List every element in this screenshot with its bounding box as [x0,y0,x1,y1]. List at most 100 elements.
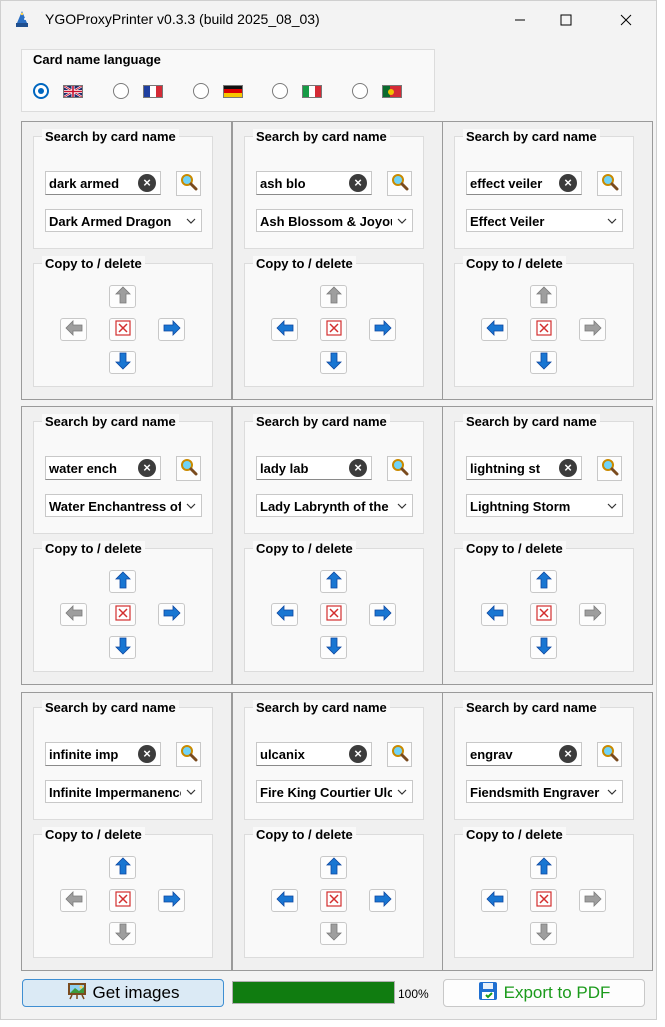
search-input[interactable]: lady lab × [256,456,372,480]
copy-left-button[interactable] [481,889,508,912]
arrow-up-icon [535,571,553,592]
copy-left-button[interactable] [271,318,298,341]
copy-up-button[interactable] [109,856,136,879]
language-option-portugal[interactable] [352,83,402,99]
card-select[interactable]: Fiendsmith Engraver [466,780,623,803]
magnifier-icon [391,458,409,479]
copy-down-button[interactable] [109,351,136,374]
search-input[interactable]: dark armed × [45,171,161,195]
clear-icon[interactable]: × [559,459,577,477]
delete-button[interactable] [530,603,557,626]
card-select[interactable]: Infinite Impermanence [45,780,202,803]
delete-button[interactable] [109,318,136,341]
search-input[interactable]: infinite imp × [45,742,161,766]
selected-card: Infinite Impermanence [49,785,187,800]
copy-left-button[interactable] [60,889,87,912]
copy-up-button[interactable] [530,570,557,593]
copy-left-button[interactable] [271,889,298,912]
copy-left-button[interactable] [481,603,508,626]
clear-icon[interactable]: × [559,174,577,192]
copy-down-button[interactable] [320,636,347,659]
copy-right-button[interactable] [369,603,396,626]
delete-button[interactable] [530,889,557,912]
radio-button[interactable] [33,83,49,99]
copy-right-button[interactable] [579,318,606,341]
search-input[interactable]: lightning st × [466,456,582,480]
copy-right-button[interactable] [158,889,185,912]
copy-left-button[interactable] [60,603,87,626]
delete-button[interactable] [320,889,347,912]
language-option-france[interactable] [113,83,163,99]
copy-down-button[interactable] [530,351,557,374]
copy-up-button[interactable] [109,285,136,308]
delete-button[interactable] [109,889,136,912]
copy-down-button[interactable] [530,922,557,945]
search-button[interactable] [387,456,412,481]
search-button[interactable] [387,171,412,196]
copy-up-button[interactable] [109,570,136,593]
card-select[interactable]: Effect Veiler [466,209,623,232]
search-button[interactable] [597,456,622,481]
card-select[interactable]: Lady Labrynth of the Silver Castle [256,494,413,517]
language-option-italy[interactable] [272,83,322,99]
radio-button[interactable] [113,83,129,99]
copy-down-button[interactable] [320,922,347,945]
search-button[interactable] [597,742,622,767]
language-option-uk[interactable] [33,83,83,99]
search-input[interactable]: effect veiler × [466,171,582,195]
clear-icon[interactable]: × [349,745,367,763]
copy-down-button[interactable] [109,922,136,945]
language-option-germany[interactable] [193,83,243,99]
delete-button[interactable] [530,318,557,341]
minimize-button[interactable] [497,1,543,39]
clear-icon[interactable]: × [138,745,156,763]
search-input[interactable]: water ench × [45,456,161,480]
copy-down-button[interactable] [530,636,557,659]
maximize-button[interactable] [543,1,589,39]
search-button[interactable] [597,171,622,196]
radio-button[interactable] [272,83,288,99]
clear-icon[interactable]: × [138,459,156,477]
delete-button[interactable] [320,603,347,626]
clear-icon[interactable]: × [559,745,577,763]
copy-up-button[interactable] [320,856,347,879]
copy-right-button[interactable] [369,318,396,341]
clear-icon[interactable]: × [349,459,367,477]
clear-icon[interactable]: × [349,174,367,192]
search-legend: Search by card name [463,700,600,715]
copy-up-button[interactable] [320,570,347,593]
copy-right-button[interactable] [369,889,396,912]
copy-up-button[interactable] [320,285,347,308]
get-images-button[interactable]: Get images [22,979,224,1007]
search-input[interactable]: ash blo × [256,171,372,195]
clear-icon[interactable]: × [138,174,156,192]
search-input[interactable]: engrav × [466,742,582,766]
card-select[interactable]: Ash Blossom & Joyous Spring [256,209,413,232]
radio-button[interactable] [193,83,209,99]
copy-left-button[interactable] [271,603,298,626]
copy-down-button[interactable] [320,351,347,374]
search-button[interactable] [176,742,201,767]
copy-down-button[interactable] [109,636,136,659]
copy-left-button[interactable] [481,318,508,341]
close-button[interactable] [603,1,649,39]
search-button[interactable] [176,456,201,481]
copy-up-button[interactable] [530,285,557,308]
card-select[interactable]: Fire King Courtier Ulcanix [256,780,413,803]
copy-left-button[interactable] [60,318,87,341]
export-pdf-button[interactable]: Export to PDF [443,979,645,1007]
card-select[interactable]: Lightning Storm [466,494,623,517]
delete-button[interactable] [320,318,347,341]
delete-button[interactable] [109,603,136,626]
radio-button[interactable] [352,83,368,99]
copy-right-button[interactable] [579,603,606,626]
search-input[interactable]: ulcanix × [256,742,372,766]
copy-right-button[interactable] [579,889,606,912]
copy-up-button[interactable] [530,856,557,879]
copy-right-button[interactable] [158,318,185,341]
search-button[interactable] [387,742,412,767]
card-select[interactable]: Water Enchantress of the Temple [45,494,202,517]
card-select[interactable]: Dark Armed Dragon [45,209,202,232]
copy-right-button[interactable] [158,603,185,626]
search-button[interactable] [176,171,201,196]
